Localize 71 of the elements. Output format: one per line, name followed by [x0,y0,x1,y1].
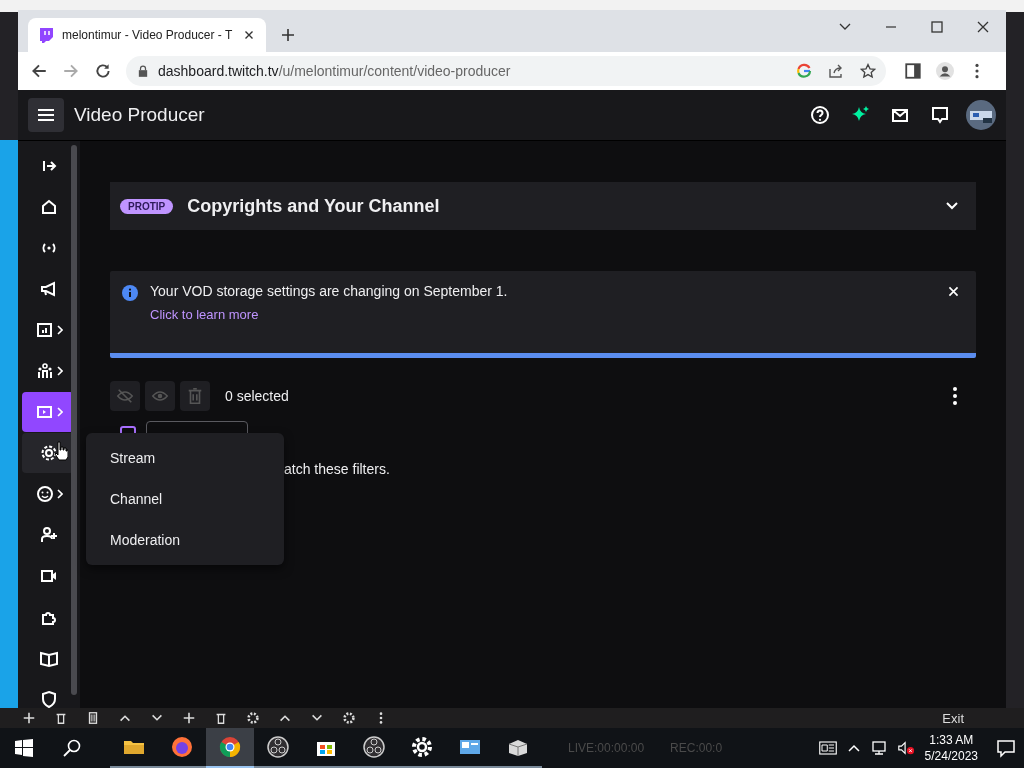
page-title: Video Producer [74,104,205,126]
tab-title: melontimur - Video Producer - T [62,28,234,42]
selected-count: 0 selected [225,388,289,404]
close-icon[interactable] [947,285,960,298]
home-icon [39,197,59,217]
clock-time: 1:33 AM [929,732,974,748]
protip-card[interactable]: PROTIP Copyrights and Your Channel [110,182,976,230]
share-icon[interactable] [828,63,844,79]
search-icon[interactable] [62,738,82,758]
settings-icon[interactable] [342,711,356,725]
network-icon[interactable] [870,740,889,756]
chevron-right-icon [57,366,63,376]
help-icon[interactable] [810,105,830,125]
empty-message: atch these filters. [284,461,391,477]
learn-more-link[interactable]: Click to learn more [150,307,508,322]
shield-icon [39,689,59,708]
menu-item[interactable]: Stream [110,450,284,467]
bar-chart-icon [35,320,55,340]
hand-cursor-icon [54,441,68,461]
clock-date: 5/24/2023 [924,748,978,764]
exit-button[interactable]: Exit [942,710,964,726]
settings-icon [39,443,59,463]
plus-icon[interactable] [280,27,296,43]
more-vertical-icon[interactable] [952,386,958,406]
news-icon[interactable] [818,740,837,756]
address-field[interactable]: dashboard.twitch.tv/u/melontimur/content/video-producer [126,56,886,86]
menu-item[interactable]: Channel [110,491,284,508]
chat-bubble-icon[interactable] [930,105,950,125]
trash-icon[interactable] [54,711,68,725]
chat-bubble-icon [38,27,54,43]
protip-title: Copyrights and Your Channel [187,195,440,217]
browser-icon [218,735,242,759]
chevron-right-icon [57,489,63,499]
speaker-muted-icon[interactable] [896,740,915,756]
avatar-icon[interactable] [966,100,996,130]
reload-icon[interactable] [94,62,112,80]
browser-tab[interactable]: melontimur - Video Producer - T [28,18,266,52]
chevron-right-icon [57,407,63,417]
sidebar-item[interactable] [22,392,74,432]
lock-icon [138,65,148,77]
url-text: dashboard.twitch.tv/u/melontimur/content/video-producer [158,63,511,79]
chevron-right-icon [57,325,63,335]
settings-icon[interactable] [246,711,260,725]
close-icon[interactable] [975,19,991,35]
record-app-icon [266,735,290,759]
live-status: LIVE:00:00:00 [568,741,645,755]
notice-message: Your VOD storage settings are changing on September 1. [150,283,508,299]
people-icon [35,361,55,381]
notification-icon[interactable] [996,738,1016,758]
maximize-icon[interactable] [929,19,945,35]
star-icon[interactable] [860,63,876,79]
eye-off-icon [116,387,134,405]
settings-icon [410,735,434,759]
globe-fox-icon [170,735,194,759]
person-plus-icon [39,525,59,545]
taskbar-app[interactable] [206,728,254,768]
profile-icon[interactable] [936,62,954,80]
smiley-icon [35,484,55,504]
menu-button[interactable] [28,98,64,132]
trash-icon [186,387,204,405]
windows-logo-icon[interactable] [14,738,34,758]
side-panel-icon[interactable] [904,62,922,80]
record-app-icon [362,735,386,759]
info-icon [122,285,138,301]
menu-item[interactable]: Moderation [110,532,284,549]
protip-badge: PROTIP [120,198,174,214]
back-arrow-icon[interactable] [30,62,48,80]
google-g-icon[interactable] [796,63,812,79]
filter-icon[interactable] [86,711,100,725]
rec-status: REC:00:0 [670,741,723,755]
trash-icon[interactable] [214,711,228,725]
